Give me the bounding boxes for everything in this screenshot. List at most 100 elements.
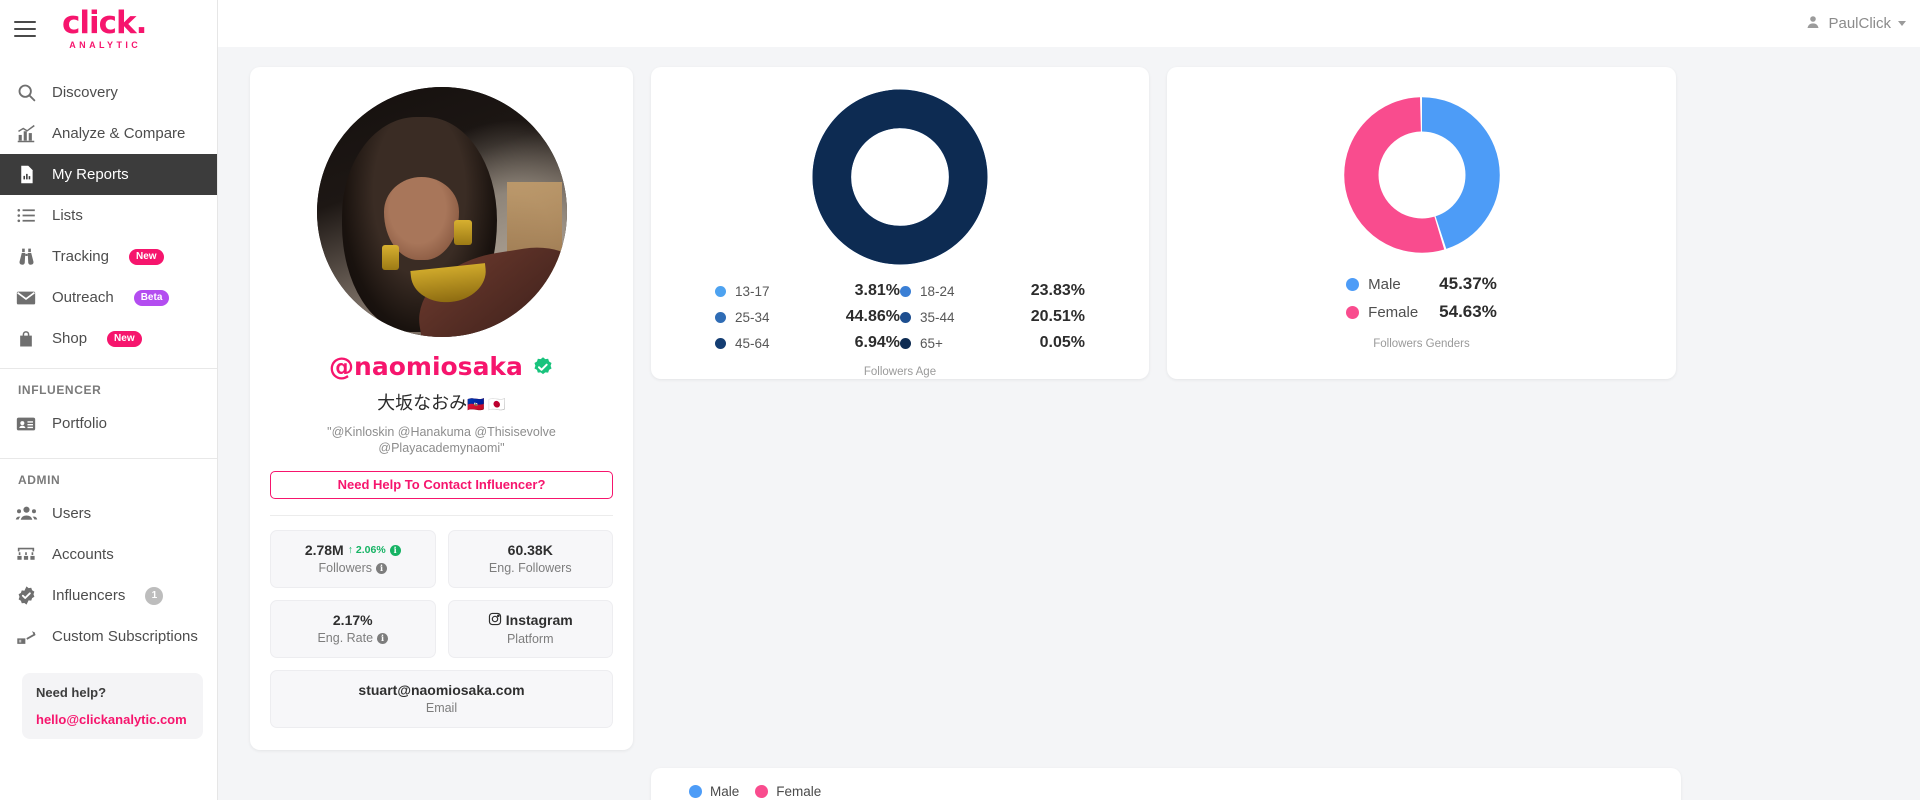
legend-item: 35-44 20.51% [900, 308, 1085, 326]
sidebar-badge-new: New [128, 248, 164, 265]
legend-dot [900, 311, 911, 323]
sidebar-item-my-reports[interactable]: My Reports [0, 154, 217, 195]
sidebar-item-custom-subscriptions[interactable]: Custom Subscriptions [0, 616, 217, 657]
legend-value: 0.05% [1039, 334, 1085, 351]
legend-dot [1346, 277, 1360, 291]
age-gender-bar-chart-card: Male Female 13-1718-2425-3435-4445-6465+… [651, 767, 1681, 800]
brand-row: click. ANALYTIC [0, 0, 217, 58]
avatar-icon [1805, 14, 1821, 34]
followers-age-donut [810, 87, 990, 272]
followers-age-card: 13-17 3.81% 25-34 44.86% 45-64 6.94% 18-… [651, 67, 1149, 379]
sidebar-item-label: Shop [52, 330, 88, 347]
legend-value: 6.94% [854, 334, 900, 351]
bar-chart-icon [14, 122, 38, 146]
legend-label: 13-17 [735, 283, 770, 299]
info-icon[interactable]: i [376, 562, 387, 574]
user-menu[interactable]: PaulClick [1805, 14, 1906, 34]
legend-column-left: 13-17 3.81% 25-34 44.86% 45-64 6.94% [715, 282, 900, 352]
primary-nav: Discovery Analyze & Compare My Reports L… [0, 58, 217, 359]
sidebar-item-influencers[interactable]: Influencers 1 [0, 575, 217, 616]
verified-badge-icon [14, 584, 38, 608]
logo-subtitle: ANALYTIC [69, 40, 142, 50]
stat-label-row: Eng. Followers [489, 561, 572, 575]
sidebar-section-admin-title: ADMIN [18, 473, 61, 487]
app-root: click. ANALYTIC Discovery Analyze & Comp… [0, 0, 1920, 800]
stat-value-row: 60.38K [508, 542, 553, 558]
legend-dot [689, 784, 702, 798]
legend-item-male[interactable]: Male [689, 784, 739, 799]
legend-dot [755, 784, 769, 798]
sidebar-item-label: Custom Subscriptions [52, 628, 198, 645]
sidebar-item-discovery[interactable]: Discovery [0, 72, 217, 113]
stat-value[interactable]: stuart@naomiosaka.com [358, 682, 524, 698]
stat-label: Eng. Followers [488, 561, 572, 575]
legend-label: 45-64 [735, 335, 770, 351]
donut-slice[interactable] [812, 89, 988, 265]
envelope-icon [14, 286, 38, 310]
stat-label: Email [425, 701, 458, 715]
support-email-link[interactable]: hello@clickanalytic.com [36, 712, 189, 727]
sidebar-item-accounts[interactable]: Accounts [0, 534, 217, 575]
profile-handle[interactable]: @naomiosaka [329, 352, 523, 381]
legend-label: 25-34 [735, 309, 770, 325]
stat-label-row: Followers i [319, 561, 387, 575]
app-logo[interactable]: click. ANALYTIC [62, 8, 147, 50]
stat-value-row: stuart@naomiosaka.com [358, 682, 524, 698]
stat-value: 60.38K [507, 542, 553, 558]
sidebar-item-users[interactable]: Users [0, 493, 217, 534]
profile-stats-grid: 2.78M ↑ 2.06% i Followers i 60.38K Eng. … [270, 529, 613, 728]
stat-eng-rate: 2.17% Eng. Rate i [270, 599, 436, 658]
sidebar-item-lists[interactable]: Lists [0, 195, 217, 236]
contact-influencer-button[interactable]: Need Help To Contact Influencer? [270, 470, 613, 499]
sidebar: click. ANALYTIC Discovery Analyze & Comp… [0, 0, 218, 800]
info-icon[interactable]: i [389, 544, 401, 556]
stat-value: Instagram [505, 612, 573, 628]
legend-column-right: 18-24 23.83% 35-44 20.51% 65+ 0.05% [900, 282, 1085, 352]
legend-dot [900, 337, 911, 349]
profile-avatar-image [316, 87, 567, 337]
sidebar-item-label: Influencers [52, 587, 126, 604]
hamburger-menu-icon[interactable] [10, 14, 40, 44]
legend-item-female[interactable]: Female [755, 784, 821, 799]
sidebar-item-outreach[interactable]: Outreach Beta [0, 277, 217, 318]
binoculars-icon [14, 245, 38, 269]
stat-label: Platform [506, 631, 554, 646]
stat-value-row: 2.17% [333, 612, 373, 628]
verified-check-icon [532, 356, 554, 378]
influencer-profile-card: @naomiosaka 大坂なおみ🇭🇹 🇯🇵 "@Kinloskin @Hana… [250, 67, 633, 750]
bar-chart-legend: Male Female [665, 784, 1661, 799]
legend-value: 54.63% [1439, 302, 1497, 321]
legend-dot [715, 311, 726, 323]
sidebar-section-influencer-title: INFLUENCER [18, 383, 102, 397]
search-icon [14, 81, 38, 105]
chevron-down-icon [1898, 21, 1906, 26]
stat-label-row: Email [426, 701, 457, 715]
legend-label: 18-24 [920, 283, 955, 299]
stat-delta: ↑ 2.06% [347, 544, 386, 556]
top-bar: PaulClick [218, 0, 1920, 47]
main-content: @naomiosaka 大坂なおみ🇭🇹 🇯🇵 "@Kinloskin @Hana… [218, 47, 1920, 800]
users-icon [14, 502, 38, 526]
sidebar-item-label: Portfolio [52, 415, 108, 432]
sidebar-item-portfolio[interactable]: Portfolio [0, 403, 217, 444]
stat-value-row: Instagram [488, 612, 573, 629]
legend-item: 65+ 0.05% [900, 334, 1085, 352]
sidebar-item-label: Accounts [52, 546, 114, 563]
stat-label: Eng. Rate [317, 631, 374, 645]
sidebar-item-shop[interactable]: Shop New [0, 318, 217, 359]
sidebar-item-label: Lists [52, 207, 83, 224]
need-help-box: Need help? hello@clickanalytic.com [22, 673, 203, 739]
stat-label-row: Eng. Rate i [317, 631, 389, 645]
followers-age-caption: Followers Age [863, 366, 937, 378]
sidebar-item-tracking[interactable]: Tracking New [0, 236, 217, 277]
user-name: PaulClick [1828, 15, 1891, 32]
info-icon[interactable]: i [377, 632, 389, 644]
followers-age-legend: 13-17 3.81% 25-34 44.86% 45-64 6.94% 18-… [669, 282, 1131, 352]
sidebar-item-analyze-compare[interactable]: Analyze & Compare [0, 113, 217, 154]
stat-email: stuart@naomiosaka.com Email [270, 669, 613, 728]
profile-divider [270, 514, 613, 516]
legend-value: 20.51% [1030, 308, 1085, 325]
stat-value-row: 2.78M ↑ 2.06% i [305, 542, 401, 558]
legend-dot [715, 337, 726, 349]
stat-label-row: Platform [507, 632, 554, 646]
